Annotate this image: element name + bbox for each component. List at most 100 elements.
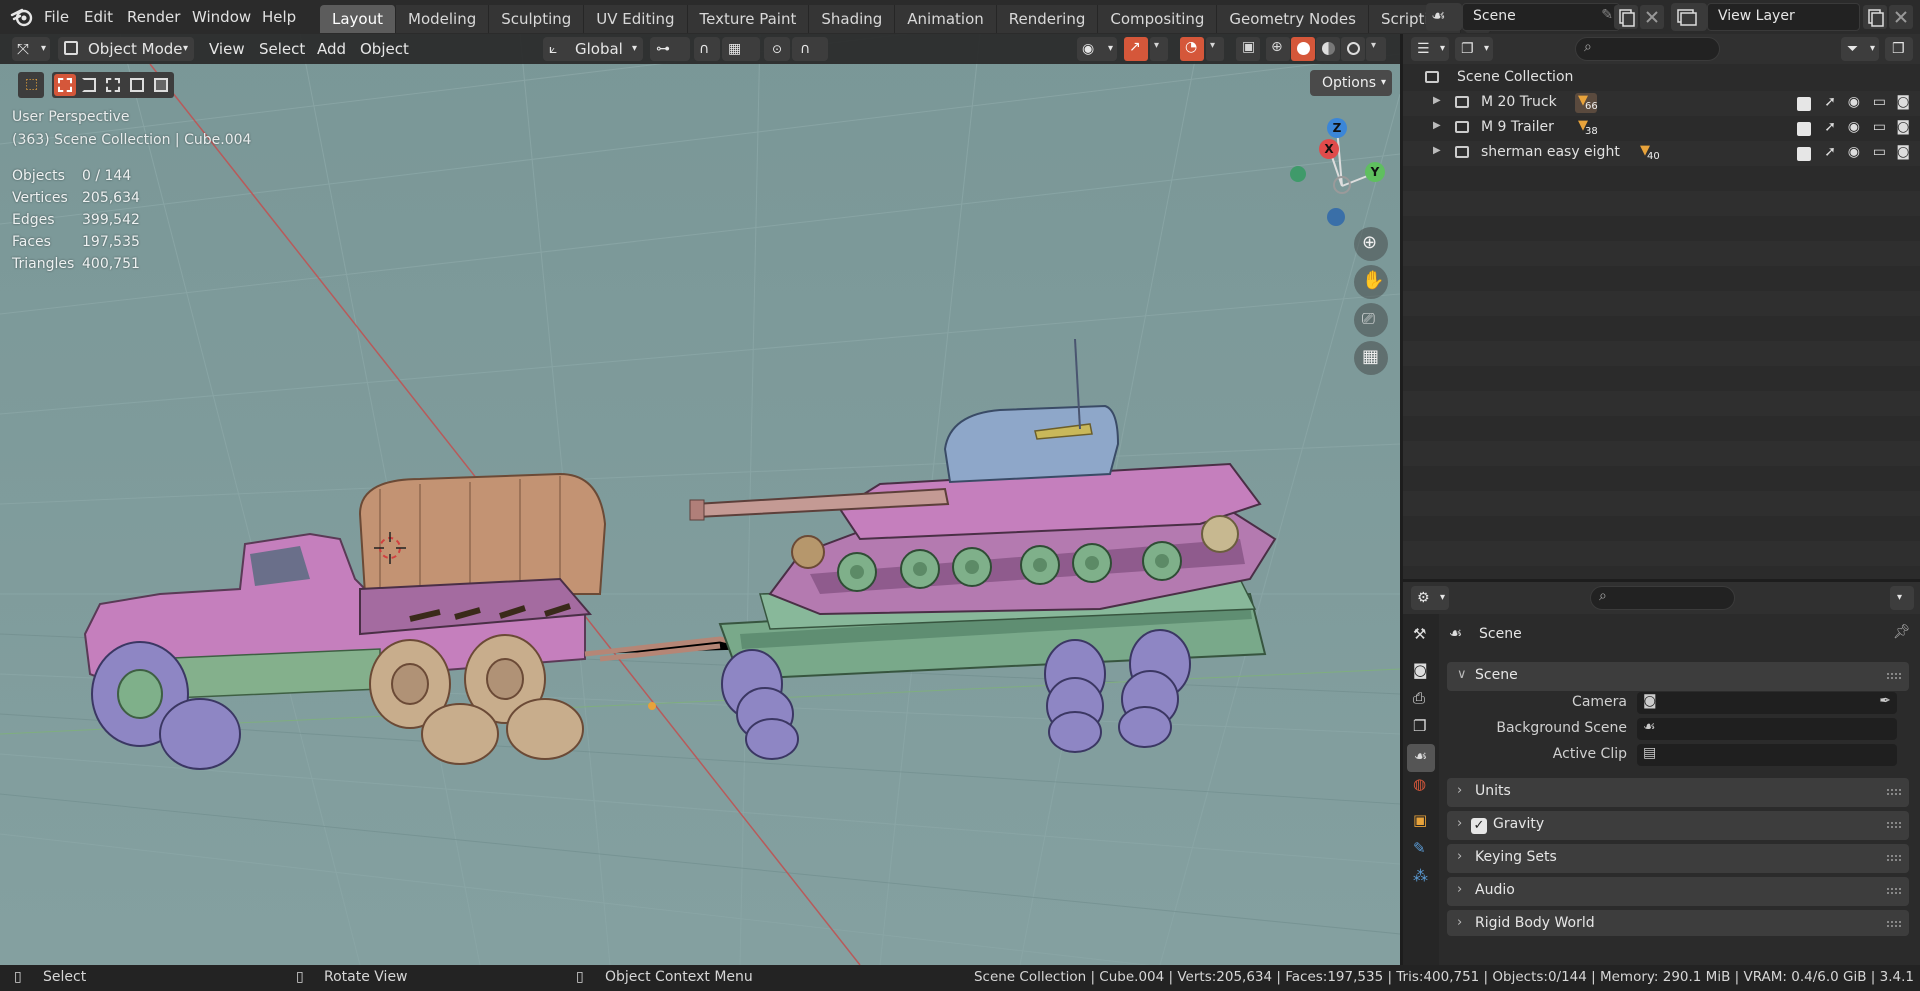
active-clip-field[interactable]: ▤ [1637,744,1897,766]
drag-handle-icon[interactable] [1887,855,1901,861]
menu-file[interactable]: File [44,0,69,34]
select-extend-button[interactable] [78,74,100,96]
monitor-icon[interactable]: ▭ [1873,144,1886,160]
shading-wireframe[interactable]: ⊕ [1266,37,1290,61]
zoom-button[interactable]: ⊕ [1354,227,1388,261]
menu-help[interactable]: Help [262,0,296,34]
panel-rigid-body-world[interactable]: › Rigid Body World [1447,910,1909,936]
select-new-button[interactable] [54,74,76,96]
gravity-checkbox[interactable]: ✓ [1471,818,1487,834]
shading-rendered[interactable] [1341,37,1365,61]
menu-object[interactable]: Object [360,34,409,64]
navigation-gizmo[interactable]: Z X Y [1285,114,1385,226]
pivot-point-button[interactable]: ⊶ [650,37,690,61]
outliner-row[interactable]: ▶ M 9 Trailer ▼ 38 ➚ ◉ ▭ ◙ [1403,116,1920,141]
eyedropper-icon[interactable]: ✒ [1879,693,1891,709]
tab-compositing[interactable]: Compositing [1098,5,1218,33]
tool-select-box[interactable]: ⬚ [18,72,44,98]
gizmo-y-axis[interactable]: Y [1365,162,1385,182]
monitor-icon[interactable]: ▭ [1873,94,1886,110]
tab-output[interactable]: ⎙ [1407,686,1435,714]
gizmo-dropdown[interactable]: ▾ [1150,37,1168,61]
new-scene-icon[interactable] [1614,5,1638,29]
select-subtract-button[interactable] [102,74,124,96]
panel-audio[interactable]: › Audio [1447,877,1909,906]
drag-handle-icon[interactable] [1887,789,1901,795]
camera-icon[interactable]: ◙ [1896,94,1910,110]
blender-logo-icon[interactable] [10,6,34,28]
tab-scene[interactable]: ☙ [1407,744,1435,772]
exclude-checkbox[interactable] [1797,97,1811,111]
exclude-checkbox[interactable] [1797,122,1811,136]
drag-handle-icon[interactable] [1887,673,1901,679]
overlay-dropdown[interactable]: ▾ [1206,37,1224,61]
gizmo-neg-z-axis[interactable] [1327,208,1345,226]
delete-scene-icon[interactable] [1640,5,1664,29]
menu-window[interactable]: Window [192,0,251,34]
view-layer-browse-button[interactable] [1671,3,1707,31]
visibility-dropdown[interactable]: ◉ ▾ [1077,37,1117,61]
tab-view-layer[interactable]: ❐ [1407,714,1435,742]
scene-collection-row[interactable]: Scene Collection [1403,66,1920,91]
panel-units[interactable]: › Units [1447,778,1909,807]
eye-icon[interactable]: ◉ [1848,144,1860,160]
selectable-icon[interactable]: ➚ [1824,119,1836,135]
gizmo-x-axis[interactable]: X [1319,139,1339,159]
camera-view-button[interactable]: ⎚ [1354,303,1388,337]
editor-type-button[interactable]: ⤧ ▾ [12,37,50,61]
pin-icon[interactable]: ✎ [1601,7,1613,23]
camera-icon[interactable]: ◙ [1896,119,1910,135]
outliner-row[interactable]: ▶ M 20 Truck ▼ 66 ➚ ◉ ▭ ◙ [1403,91,1920,116]
background-scene-field[interactable]: ☙ [1637,718,1897,740]
exclude-checkbox[interactable] [1797,147,1811,161]
proportional-edit-toggle[interactable]: ⊙ [764,37,790,61]
pin-icon[interactable]: 📌︎ [1893,624,1911,640]
tab-layout[interactable]: Layout [320,5,396,33]
tab-geometry-nodes[interactable]: Geometry Nodes [1217,5,1369,33]
menu-add[interactable]: Add [317,34,346,64]
menu-render[interactable]: Render [127,0,180,34]
view-layer-field[interactable]: View Layer [1707,3,1860,31]
new-view-layer-icon[interactable] [1863,5,1887,29]
tab-sculpting[interactable]: Sculpting [489,5,585,33]
falloff-button[interactable]: ∩ [792,37,828,61]
tab-world[interactable]: ◍ [1407,772,1435,800]
tab-uv-editing[interactable]: UV Editing [584,5,688,33]
selectable-icon[interactable]: ➚ [1824,94,1836,110]
transform-orientation-dropdown[interactable]: ⟀ Global ▾ [543,37,643,61]
outliner-row[interactable]: ▶ sherman easy eight ▼ 40 ➚ ◉ ▭ ◙ [1403,141,1920,166]
shading-material[interactable] [1316,37,1340,61]
snap-target-button[interactable]: ▦ [722,37,760,61]
selectable-icon[interactable]: ➚ [1824,144,1836,160]
panel-keying-sets[interactable]: › Keying Sets [1447,844,1909,873]
menu-edit[interactable]: Edit [84,0,113,34]
eye-icon[interactable]: ◉ [1848,119,1860,135]
shading-dropdown[interactable]: ▾ [1366,37,1386,61]
tab-rendering[interactable]: Rendering [996,5,1099,33]
display-mode-dropdown[interactable]: ❐ ▾ [1455,37,1493,61]
mode-dropdown[interactable]: Object Mode ▾ [58,37,194,61]
properties-editor-type[interactable]: ⚙ ▾ [1411,586,1449,610]
tab-particles[interactable]: ⁂ [1407,864,1435,892]
shading-solid[interactable] [1291,37,1315,61]
tab-texture-paint[interactable]: Texture Paint [687,5,810,33]
tab-object[interactable]: ▣ [1407,808,1435,836]
tab-render[interactable]: ◙ [1407,658,1435,686]
snap-toggle[interactable]: ∩ [694,37,720,61]
scene-name-field[interactable]: Scene ✎ [1462,3,1620,31]
menu-select[interactable]: Select [259,34,305,64]
panel-scene[interactable]: ∨ Scene [1447,662,1909,691]
select-invert-button[interactable] [126,74,148,96]
options-dropdown[interactable]: Options ▾ [1310,70,1392,96]
tab-shading[interactable]: Shading [809,5,896,33]
menu-view[interactable]: View [209,34,245,64]
pan-button[interactable]: ✋ [1354,265,1388,299]
outliner-search-input[interactable]: ⌕ [1575,37,1720,61]
properties-search-input[interactable]: ⌕ [1590,586,1735,610]
drag-handle-icon[interactable] [1887,888,1901,894]
panel-gravity[interactable]: › ✓ Gravity [1447,811,1909,840]
gizmo-neg-x-axis[interactable] [1333,176,1351,194]
camera-icon[interactable]: ◙ [1896,144,1910,160]
monitor-icon[interactable]: ▭ [1873,119,1886,135]
delete-view-layer-icon[interactable] [1889,5,1913,29]
